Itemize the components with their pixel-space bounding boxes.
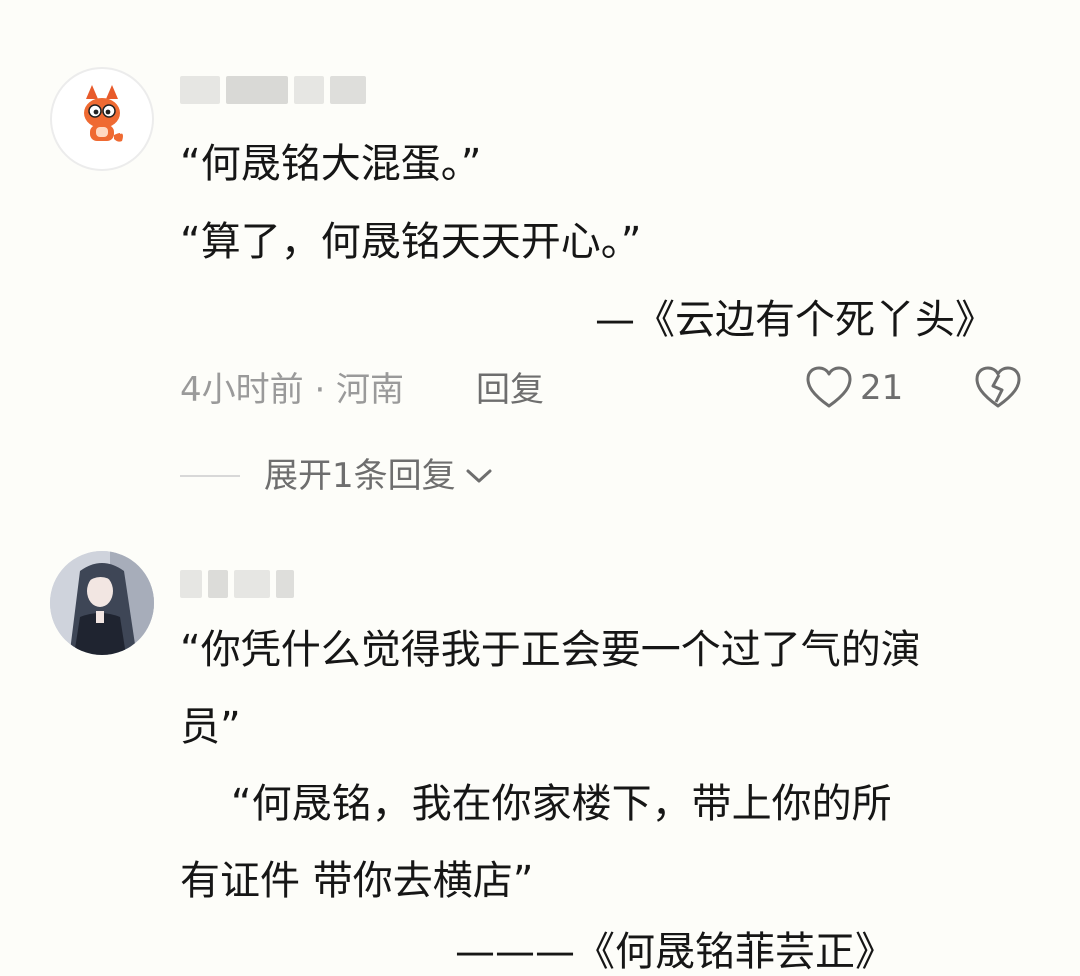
like-count: 21 [860, 368, 904, 408]
reply-button[interactable]: 回复 [476, 370, 544, 410]
chevron-down-icon [466, 469, 492, 483]
like-button[interactable]: 21 [806, 366, 903, 410]
anime-girl-avatar-icon [50, 551, 154, 655]
broken-heart-icon [975, 366, 1021, 408]
comment-text-line: “你凭什么觉得我于正会要一个过了气的演 [180, 627, 921, 673]
comment-text-line: “算了，何晟铭天天开心。” [180, 219, 642, 265]
comment-text-line: 有证件 带你去横店” [180, 858, 534, 904]
comment-meta: 4小时前 · 河南 [180, 370, 405, 410]
comment-source: ———《何晟铭菲芸正》 [455, 929, 895, 975]
divider [180, 475, 240, 477]
heart-outline-icon [806, 366, 852, 408]
avatar[interactable] [50, 551, 154, 655]
comment-source: —《云边有个死丫头》 [595, 297, 995, 343]
username-blurred[interactable] [180, 566, 294, 602]
expand-replies-label: 展开1条回复 [264, 456, 456, 496]
comment-text-line: “何晟铭大混蛋。” [180, 141, 482, 187]
comment-text-line: 员” [180, 704, 241, 750]
comment-text-line: “何晟铭，我在你家楼下，带上你的所 [180, 781, 892, 827]
avatar[interactable] [50, 67, 154, 171]
dislike-button[interactable] [975, 366, 1021, 414]
expand-replies-button[interactable]: 展开1条回复 [180, 456, 494, 496]
username-blurred[interactable] [180, 72, 366, 108]
fox-avatar-icon [84, 85, 126, 142]
